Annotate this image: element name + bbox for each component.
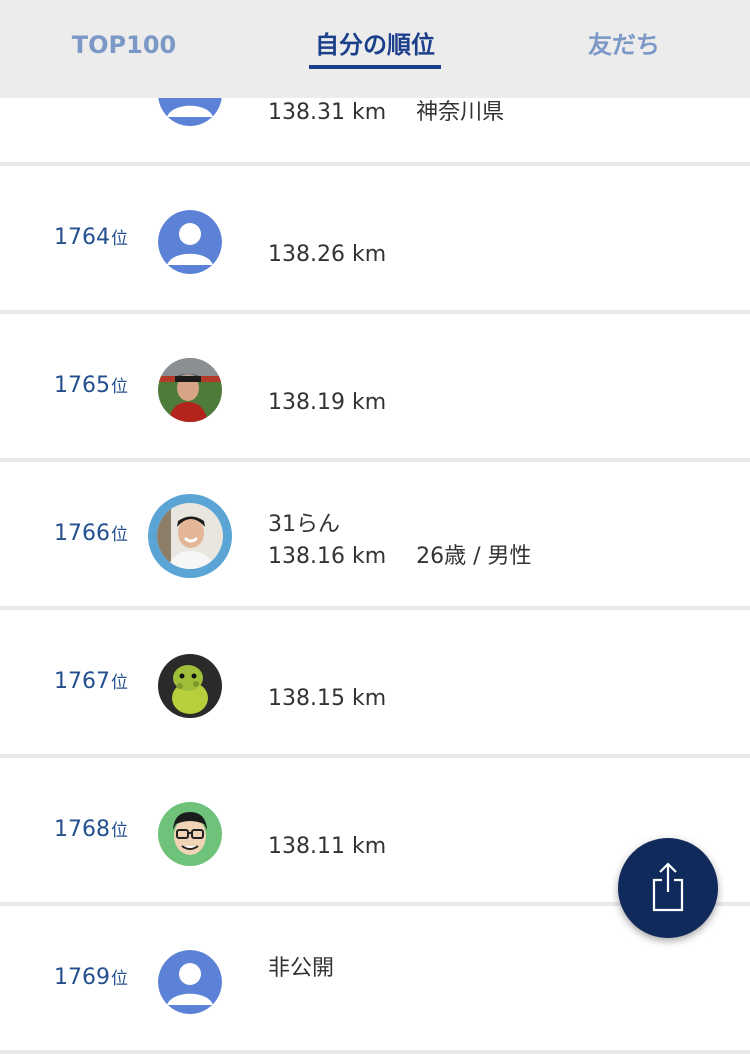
- distance-line: 138.11 km: [268, 834, 386, 859]
- rank-suffix: 位: [111, 821, 128, 841]
- tab-my-rank[interactable]: 自分の順位: [275, 30, 475, 60]
- rank-suffix: 位: [111, 377, 128, 397]
- rank-label: 1765位: [54, 372, 128, 398]
- default-avatar-icon[interactable]: [158, 950, 222, 1014]
- tab-friends[interactable]: 友だち: [524, 30, 724, 60]
- prefecture-label: 神奈川県: [416, 100, 505, 125]
- user-photo-avatar[interactable]: [158, 654, 222, 718]
- rank-label: 1768位: [54, 816, 128, 842]
- rank-number: 1765: [54, 373, 110, 398]
- ranking-row[interactable]: 1765位 138.19 km: [0, 314, 750, 458]
- distance-value: 138.15 km: [268, 686, 387, 711]
- distance-line: 138.19 km: [268, 390, 386, 415]
- rank-label: 1769位: [54, 964, 128, 990]
- distance-line: 138.16 km 26歳 / 男性: [268, 538, 532, 570]
- share-icon: [652, 862, 684, 912]
- distance-line: 138.26 km: [268, 242, 386, 267]
- distance-value: 138.31 km: [268, 100, 387, 125]
- user-name-private: 非公開: [268, 956, 335, 981]
- user-name: 31らん: [268, 512, 340, 537]
- rank-suffix: 位: [111, 969, 128, 989]
- distance-value: 138.26 km: [268, 242, 387, 267]
- rank-label: 1766位: [54, 520, 128, 546]
- distance-line: 138.15 km: [268, 686, 386, 711]
- rank-suffix: 位: [111, 673, 128, 693]
- rank-label: 1764位: [54, 224, 128, 250]
- distance-value: 138.19 km: [268, 390, 387, 415]
- ranking-row[interactable]: 1767位 138.15 km: [0, 610, 750, 754]
- rank-number: 1764: [54, 225, 110, 250]
- tab-top100[interactable]: TOP100: [24, 30, 224, 60]
- ranking-row-self[interactable]: 1766位 31らん 138.16 km 26歳 / 男性: [0, 462, 750, 606]
- rank-suffix: 位: [111, 525, 128, 545]
- user-photo-avatar[interactable]: [158, 358, 222, 422]
- distance-value: 138.11 km: [268, 834, 387, 859]
- rank-suffix: 位: [111, 229, 128, 249]
- default-avatar-icon[interactable]: [158, 210, 222, 274]
- ranking-tab-bar: TOP100 自分の順位 友だち: [0, 0, 750, 98]
- rank-number: 1767: [54, 669, 110, 694]
- distance-value: 138.16 km: [268, 544, 387, 569]
- user-photo-avatar[interactable]: [158, 802, 222, 866]
- rank-label: 1767位: [54, 668, 128, 694]
- self-photo-avatar[interactable]: [148, 494, 232, 578]
- distance-line: 138.31 km 神奈川県: [268, 94, 504, 126]
- rank-number: 1768: [54, 817, 110, 842]
- active-tab-indicator: [309, 65, 441, 69]
- rank-number: 1766: [54, 521, 110, 546]
- share-button[interactable]: [618, 838, 718, 938]
- ranking-row[interactable]: 1764位 138.26 km: [0, 166, 750, 310]
- age-gender-label: 26歳 / 男性: [416, 544, 532, 569]
